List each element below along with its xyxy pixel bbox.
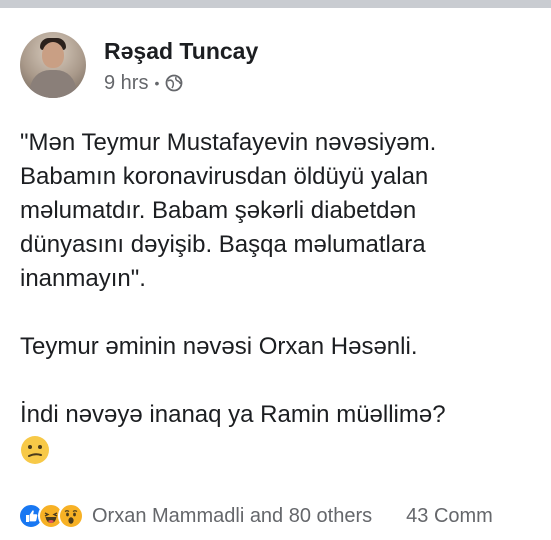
post-text-line: "Mən Teymur Mustafayevin nəvəsiyəm.: [20, 129, 437, 156]
emoji-line: [20, 432, 540, 466]
post-text-line: Teymur əminin nəvəsi Orxan Həsənli.: [20, 333, 418, 360]
post-text-line: inanmayın".: [20, 265, 146, 292]
post-body: "Mən Teymur Mustafayevin nəvəsiyəm. Baba…: [20, 126, 540, 466]
separator-dot: •: [154, 75, 160, 91]
timestamp-row: 9 hrs •: [104, 72, 258, 95]
author-name[interactable]: Rəşad Tuncay: [104, 36, 258, 66]
comments-count[interactable]: 43 Comm: [406, 505, 493, 528]
post-text-line: Babamın koronavirusdan öldüyü yalan: [20, 163, 429, 190]
post-text-line: dünyasını dəyişib. Başqa məlumatlara: [20, 231, 426, 258]
post-text-line: İndi nəvəyə inanaq ya Ramin müəllimə?: [20, 401, 446, 428]
post-text-line: məlumatdır. Babam şəkərli diabetdən: [20, 197, 417, 224]
reaction-bar: Orxan Mammadli and 80 others 43 Comm: [18, 500, 551, 532]
post-header: Rəşad Tuncay 9 hrs •: [20, 26, 258, 104]
reaction-icons[interactable]: [18, 503, 84, 529]
confused-face-icon: [20, 435, 50, 465]
globe-icon[interactable]: [165, 74, 183, 92]
top-divider: [0, 0, 551, 8]
wow-icon: [58, 503, 84, 529]
avatar[interactable]: [20, 32, 86, 98]
post-time[interactable]: 9 hrs: [104, 72, 148, 95]
post-meta: Rəşad Tuncay 9 hrs •: [104, 36, 258, 95]
reactors-text[interactable]: Orxan Mammadli and 80 others: [92, 505, 372, 528]
